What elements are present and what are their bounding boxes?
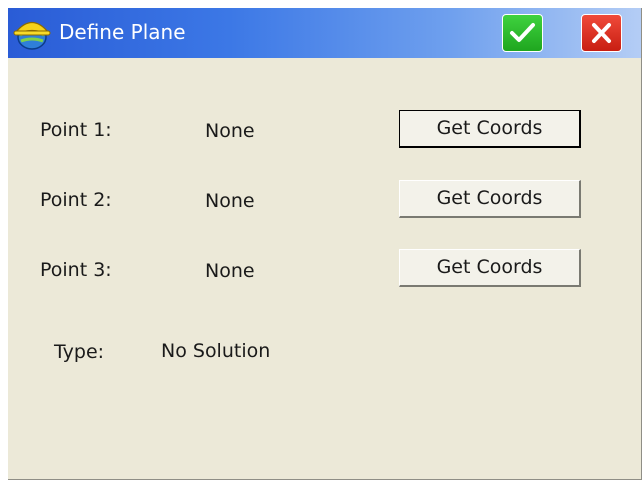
point-2-value: None bbox=[205, 190, 255, 212]
point-1-value: None bbox=[205, 120, 255, 142]
type-label: Type: bbox=[54, 341, 105, 363]
define-plane-window: Define Plane Point 1: None Get Coords Po… bbox=[8, 8, 642, 480]
hardhat-globe-icon bbox=[12, 15, 52, 51]
checkmark-icon bbox=[510, 23, 535, 42]
title-bar: Define Plane bbox=[8, 8, 641, 58]
point-3-label: Point 3: bbox=[40, 259, 112, 281]
get-coords-button-2[interactable]: Get Coords bbox=[399, 180, 581, 218]
point-1-label: Point 1: bbox=[40, 119, 112, 141]
get-coords-button-3[interactable]: Get Coords bbox=[399, 249, 581, 287]
point-3-value: None bbox=[205, 260, 255, 282]
close-button[interactable] bbox=[581, 14, 622, 52]
point-2-label: Point 2: bbox=[40, 189, 112, 211]
close-x-icon bbox=[592, 23, 611, 43]
get-coords-button-1[interactable]: Get Coords bbox=[399, 110, 581, 148]
window-title: Define Plane bbox=[59, 20, 186, 44]
ok-button[interactable] bbox=[502, 14, 543, 52]
type-value: No Solution bbox=[161, 340, 271, 362]
